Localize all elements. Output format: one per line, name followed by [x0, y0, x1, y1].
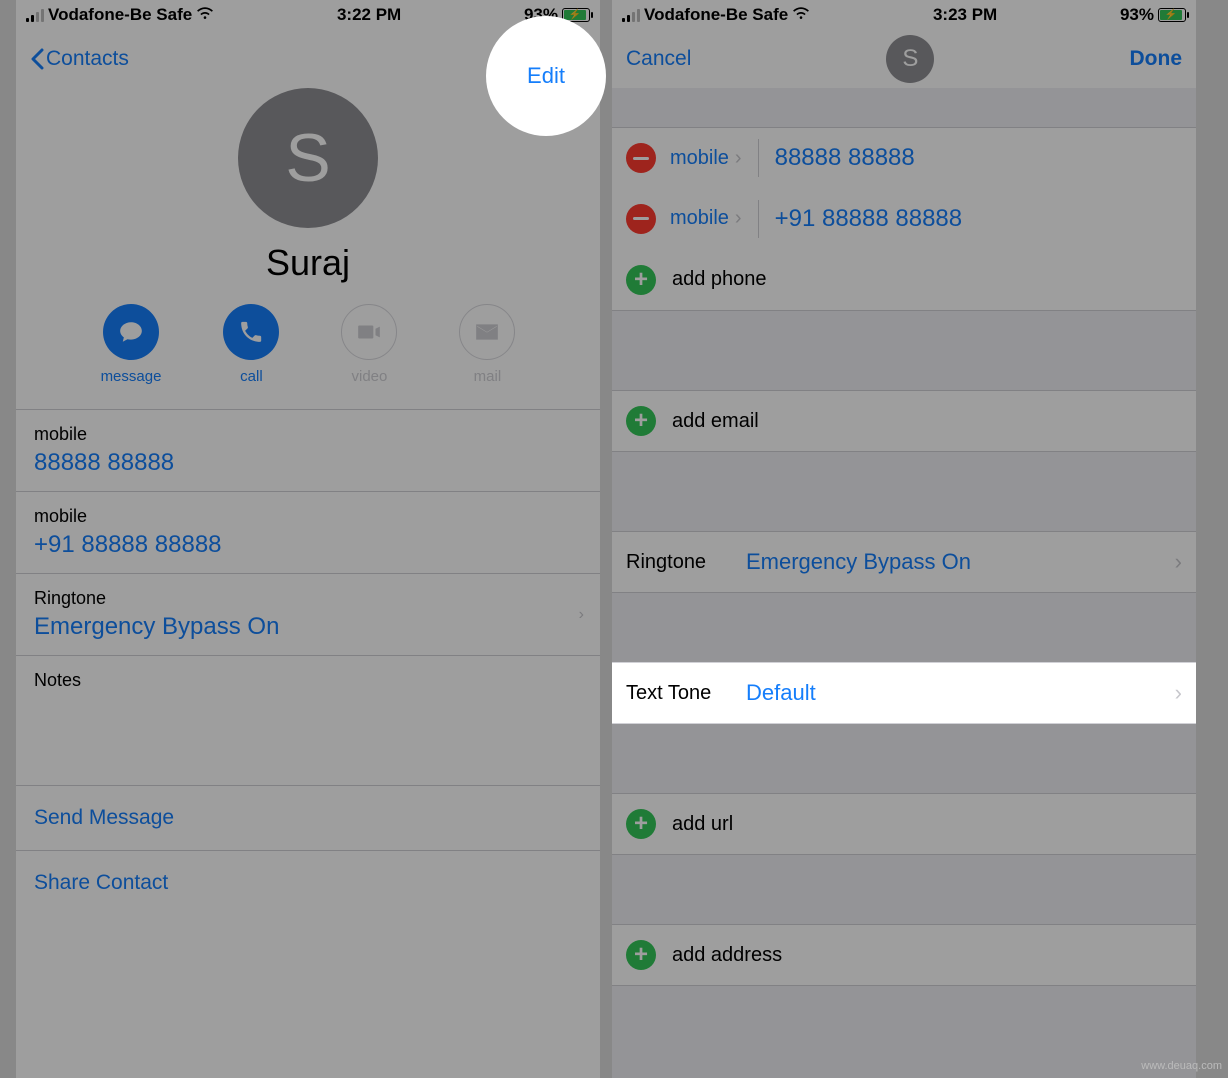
delete-icon[interactable] [626, 143, 656, 173]
contact-actions: message call video mail [16, 304, 600, 410]
add-phone-label: add phone [672, 268, 767, 291]
ringtone-label: Ringtone [626, 551, 746, 574]
add-icon: + [626, 406, 656, 436]
ringtone-row[interactable]: Ringtone Emergency Bypass On › [612, 531, 1196, 593]
battery-icon: ⚡ [1158, 8, 1186, 22]
message-label: message [101, 368, 162, 385]
add-phone-row[interactable]: + add phone [612, 249, 1196, 311]
watermark: www.deuaq.com [1141, 1060, 1222, 1072]
chevron-right-icon: › [735, 147, 742, 170]
edit-phone-row-1[interactable]: mobile› +91 88888 88888 [612, 188, 1196, 250]
status-bar: Vodafone-Be Safe 3:23 PM 93% ⚡ [612, 0, 1196, 30]
add-address-row[interactable]: + add address [612, 924, 1196, 986]
contact-view-screen: Vodafone-Be Safe 3:22 PM 93% ⚡ Contacts … [16, 0, 600, 1078]
phone-cell-1[interactable]: mobile +91 88888 88888 [16, 492, 600, 574]
phone-type-selector[interactable]: mobile› [670, 207, 742, 230]
video-icon [356, 319, 382, 345]
share-contact-cell[interactable]: Share Contact [16, 851, 600, 915]
notes-cell[interactable]: Notes [16, 656, 600, 786]
phone-input[interactable]: +91 88888 88888 [775, 205, 963, 233]
add-icon: + [626, 265, 656, 295]
wifi-icon [792, 4, 810, 27]
call-label: call [240, 368, 263, 385]
phone-input[interactable]: 88888 88888 [775, 144, 915, 172]
add-url-row[interactable]: + add url [612, 793, 1196, 855]
contact-edit-screen: Vodafone-Be Safe 3:23 PM 93% ⚡ Cancel S … [612, 0, 1196, 1078]
texttone-row[interactable]: Text Tone Default › [612, 662, 1196, 724]
ringtone-cell[interactable]: Ringtone Emergency Bypass On › [16, 574, 600, 656]
add-icon: + [626, 940, 656, 970]
nav-bar-edit: Cancel S Done [612, 30, 1196, 88]
chevron-right-icon: › [1175, 680, 1182, 706]
phone-icon [238, 319, 264, 345]
add-email-label: add email [672, 410, 759, 433]
ringtone-value: Emergency Bypass On [34, 613, 582, 641]
back-button[interactable]: Contacts [30, 47, 129, 71]
phone-value: +91 88888 88888 [34, 531, 582, 559]
carrier-label: Vodafone-Be Safe [644, 5, 788, 25]
message-button[interactable]: message [101, 304, 162, 385]
add-email-row[interactable]: + add email [612, 390, 1196, 452]
add-url-label: add url [672, 813, 733, 836]
ringtone-value: Emergency Bypass On [746, 549, 1175, 575]
message-icon [118, 319, 144, 345]
chevron-right-icon: › [579, 606, 584, 624]
clock: 3:22 PM [214, 5, 524, 25]
phone-cell-0[interactable]: mobile 88888 88888 [16, 410, 600, 492]
texttone-label: Text Tone [626, 682, 746, 705]
send-message-cell[interactable]: Send Message [16, 786, 600, 851]
edit-button-highlight[interactable]: Edit [486, 16, 606, 136]
ringtone-label: Ringtone [34, 588, 582, 609]
signal-icon [622, 8, 640, 22]
mail-label: mail [474, 368, 502, 385]
clock: 3:23 PM [810, 5, 1120, 25]
mail-icon [474, 319, 500, 345]
done-button[interactable]: Done [1130, 47, 1183, 71]
edit-avatar[interactable]: S [886, 35, 934, 83]
back-label: Contacts [46, 47, 129, 71]
video-label: video [352, 368, 388, 385]
carrier-label: Vodafone-Be Safe [48, 5, 192, 25]
delete-icon[interactable] [626, 204, 656, 234]
phone-label: mobile [34, 424, 582, 445]
chevron-right-icon: › [1175, 549, 1182, 575]
notes-label: Notes [34, 670, 582, 691]
edit-label: Edit [527, 63, 565, 89]
cancel-button[interactable]: Cancel [626, 47, 691, 71]
call-button[interactable]: call [223, 304, 279, 385]
phone-type-selector[interactable]: mobile› [670, 147, 742, 170]
wifi-icon [196, 4, 214, 27]
contact-avatar: S [238, 88, 378, 228]
edit-phone-row-0[interactable]: mobile› 88888 88888 [612, 127, 1196, 189]
contact-name: Suraj [266, 242, 350, 284]
battery-percent: 93% [1120, 5, 1154, 25]
phone-value: 88888 88888 [34, 449, 582, 477]
mail-button: mail [459, 304, 515, 385]
signal-icon [26, 8, 44, 22]
chevron-left-icon [30, 48, 44, 70]
add-icon: + [626, 809, 656, 839]
add-address-label: add address [672, 944, 782, 967]
phone-label: mobile [34, 506, 582, 527]
chevron-right-icon: › [735, 207, 742, 230]
video-button: video [341, 304, 397, 385]
texttone-value: Default [746, 680, 1175, 706]
